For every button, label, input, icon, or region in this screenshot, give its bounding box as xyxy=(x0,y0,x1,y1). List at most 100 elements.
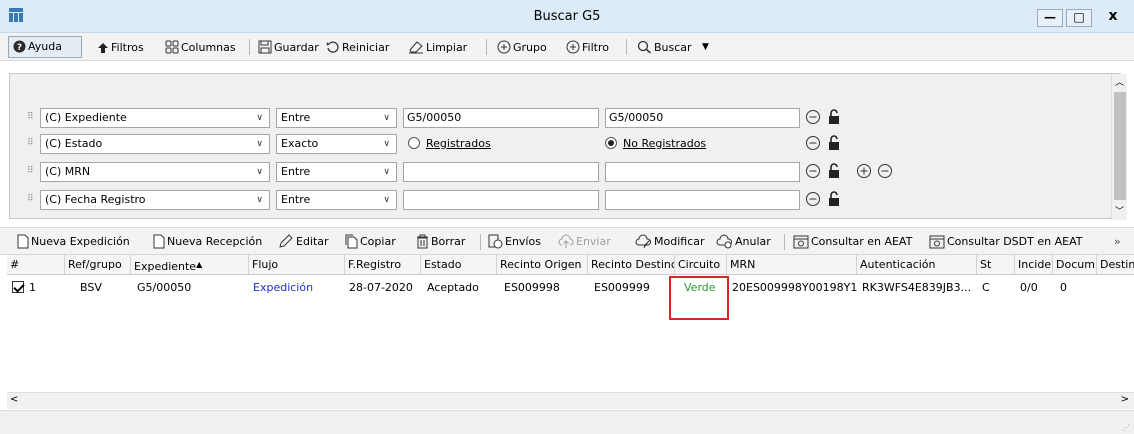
filter-scrollbar[interactable]: ︿ ﹀ xyxy=(1111,74,1127,220)
more-actions-button[interactable]: » xyxy=(1114,232,1121,252)
filter-add-label: Filtro xyxy=(582,41,609,54)
double-chevron-right-icon: » xyxy=(1114,235,1121,248)
columns-label: Columnas xyxy=(181,41,236,54)
col-header-circuito[interactable]: Circuito xyxy=(675,255,727,275)
group-button[interactable]: Grupo xyxy=(497,37,547,58)
filter-value-from[interactable] xyxy=(403,190,599,210)
unlock-icon[interactable] xyxy=(827,191,841,207)
filter-value-to[interactable]: G5/00050 xyxy=(605,108,800,128)
radio-no-registrados[interactable]: No Registrados xyxy=(605,136,706,152)
unlock-icon[interactable] xyxy=(827,109,841,125)
remove-circle-icon[interactable] xyxy=(805,191,821,207)
filter-value-from[interactable]: G5/00050 xyxy=(403,108,599,128)
unlock-icon[interactable] xyxy=(827,135,841,151)
col-header-destino[interactable]: Recinto Destino xyxy=(588,255,675,275)
filter-add-button[interactable]: Filtro xyxy=(566,37,609,58)
chevron-down-icon[interactable]: ﹀ xyxy=(1115,204,1124,217)
new-reception-button[interactable]: Nueva Recepción xyxy=(153,232,262,252)
action-toolbar: Nueva Expedición Nueva Recepción Editar … xyxy=(0,227,1134,255)
unlock-icon[interactable] xyxy=(827,163,841,179)
col-header-expediente[interactable]: Expediente▲ xyxy=(131,255,249,275)
filter-value-to[interactable] xyxy=(605,190,800,210)
save-button[interactable]: Guardar xyxy=(258,37,319,58)
col-header-st[interactable]: St xyxy=(977,255,1015,275)
help-button[interactable]: ? Ayuda xyxy=(8,36,82,58)
filter-field-select[interactable]: (C) Fecha Registro ∨ xyxy=(40,190,270,210)
remove-circle-icon[interactable] xyxy=(805,135,821,151)
search-dropdown-button[interactable]: ▼ xyxy=(702,37,709,58)
cell-ref: BSV xyxy=(80,281,102,294)
drag-handle-icon[interactable]: ⠿ xyxy=(27,112,34,122)
filter-value-from[interactable] xyxy=(403,162,599,182)
search-button[interactable]: Buscar xyxy=(637,37,692,58)
col-header-origen[interactable]: Recinto Origen xyxy=(497,255,588,275)
col-header-num[interactable]: # xyxy=(7,255,65,275)
toolbar-divider xyxy=(784,234,785,250)
add-circle-icon[interactable] xyxy=(856,163,872,179)
maximize-button[interactable]: □ xyxy=(1066,9,1092,27)
filter-panel: ⠿ (C) Expediente ∨ Entre ∨ G5/00050 G5/000… xyxy=(9,73,1121,219)
filter-operator-select[interactable]: Exacto ∨ xyxy=(276,134,397,154)
remove-circle-icon[interactable] xyxy=(805,163,821,179)
filter-operator-select[interactable]: Entre ∨ xyxy=(276,162,397,182)
close-button[interactable]: x xyxy=(1100,9,1126,27)
drag-handle-icon[interactable]: ⠿ xyxy=(27,194,34,204)
filter-operator-select[interactable]: Entre ∨ xyxy=(276,190,397,210)
remove-circle-icon[interactable] xyxy=(877,163,893,179)
resize-grip-icon[interactable]: ⋰ xyxy=(1122,423,1130,432)
radio-registrados[interactable]: Registrados xyxy=(408,136,491,152)
filter-field-select[interactable]: (C) Estado ∨ xyxy=(40,134,270,154)
filter-operator-select[interactable]: Entre ∨ xyxy=(276,108,397,128)
cell-origen: ES009998 xyxy=(504,281,560,294)
shipments-button[interactable]: Envíos xyxy=(488,232,541,252)
modify-button[interactable]: Modificar xyxy=(635,232,705,252)
row-select[interactable]: 1 xyxy=(9,279,65,297)
filter-field-select[interactable]: (C) Expediente ∨ xyxy=(40,108,270,128)
new-expedition-button[interactable]: Nueva Expedición xyxy=(17,232,130,252)
cell-expediente: G5/00050 xyxy=(137,281,192,294)
chevron-right-icon[interactable]: > xyxy=(1121,394,1129,405)
radio-label: Registrados xyxy=(426,137,491,150)
columns-button[interactable]: Columnas xyxy=(165,37,236,58)
eraser-icon xyxy=(409,41,423,54)
chevron-up-icon[interactable]: ︿ xyxy=(1115,75,1124,88)
col-header-incidencias[interactable]: Incider xyxy=(1015,255,1053,275)
copy-button[interactable]: Copiar xyxy=(345,232,396,252)
help-icon: ? xyxy=(13,40,26,53)
delete-button[interactable]: Borrar xyxy=(416,232,465,252)
chevron-down-icon: ∨ xyxy=(256,139,263,149)
save-label: Guardar xyxy=(274,41,319,54)
minimize-button[interactable]: — xyxy=(1037,9,1063,27)
filters-button[interactable]: Filtros xyxy=(97,37,144,58)
col-header-autenticacion[interactable]: Autenticación xyxy=(857,255,977,275)
consult-aeat-button[interactable]: Consultar en AEAT xyxy=(793,232,912,252)
col-header-fregistro[interactable]: F.Registro xyxy=(345,255,421,275)
filter-row: ⠿ (C) Expediente ∨ Entre ∨ G5/00050 G5/000… xyxy=(10,107,1110,129)
cell-mrn: 20ES009998Y00198Y1 xyxy=(732,281,857,294)
col-header-estado[interactable]: Estado xyxy=(421,255,497,275)
edit-button[interactable]: Editar xyxy=(278,232,329,252)
consult-dsdt-button[interactable]: Consultar DSDT en AEAT xyxy=(929,232,1082,252)
cancel-button[interactable]: Anular xyxy=(716,232,771,252)
filter-value-to[interactable] xyxy=(605,162,800,182)
col-header-destin[interactable]: Destin xyxy=(1097,255,1134,275)
col-header-mrn[interactable]: MRN xyxy=(727,255,857,275)
filter-field-select[interactable]: (C) MRN ∨ xyxy=(40,162,270,182)
grid-horizontal-scrollbar[interactable]: < > xyxy=(7,392,1134,409)
drag-handle-icon[interactable]: ⠿ xyxy=(27,166,34,176)
col-header-documentos[interactable]: Docum xyxy=(1053,255,1097,275)
reset-button[interactable]: Reiniciar xyxy=(326,37,389,58)
row-icons xyxy=(805,135,841,154)
send-button[interactable]: Enviar xyxy=(558,232,611,252)
arrow-up-icon xyxy=(98,43,108,53)
remove-circle-icon[interactable] xyxy=(805,109,821,125)
col-header-ref[interactable]: Ref/grupo xyxy=(65,255,131,275)
col-header-flujo[interactable]: Flujo xyxy=(249,255,345,275)
chevron-left-icon[interactable]: < xyxy=(10,394,18,405)
checkbox-checked[interactable] xyxy=(12,281,24,293)
main-toolbar: ? Ayuda Filtros Columnas Guardar Reinicia… xyxy=(0,33,1134,61)
clear-button[interactable]: Limpiar xyxy=(408,37,467,58)
scrollbar-thumb[interactable] xyxy=(1114,92,1126,200)
cell-flujo-link[interactable]: Expedición xyxy=(250,279,344,297)
drag-handle-icon[interactable]: ⠿ xyxy=(27,138,34,148)
